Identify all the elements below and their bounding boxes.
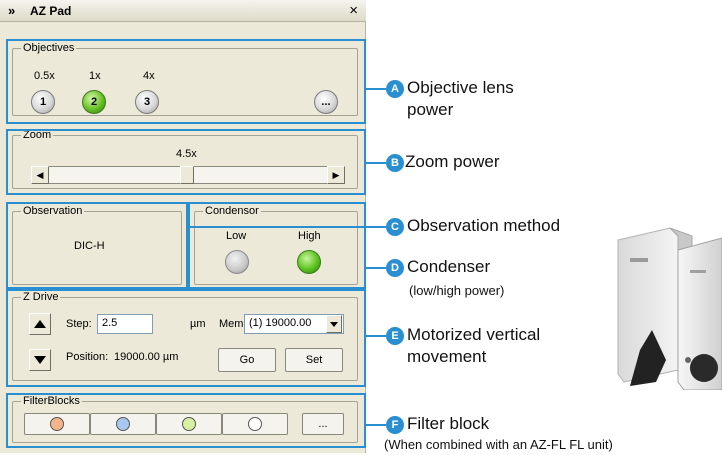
arrow-down-icon (34, 356, 46, 364)
window-title: AZ Pad (30, 4, 72, 18)
callout-a-line1: Objective lens (407, 78, 514, 97)
filterblocks-legend: FilterBlocks (21, 394, 82, 408)
z-down-button[interactable] (29, 349, 51, 371)
callout-e-line2: movement (407, 347, 487, 366)
step-unit: µm (190, 318, 206, 330)
z-drive-legend: Z Drive (21, 290, 61, 304)
go-button[interactable]: Go (218, 348, 276, 372)
title-bar: » AZ Pad × (0, 0, 366, 22)
objective-button-2[interactable]: 2 (82, 90, 106, 114)
filter-color-3 (182, 417, 196, 431)
set-button[interactable]: Set (285, 348, 343, 372)
condensor-group: Condensor (194, 204, 358, 285)
callout-c-line1: Observation method (407, 216, 561, 235)
callout-f-line1: Filter block (407, 414, 490, 433)
mem-dropdown-button[interactable] (326, 315, 342, 333)
condensor-high-indicator[interactable] (297, 250, 321, 274)
callout-d-line1: Condenser (407, 257, 491, 276)
step-label: Step: (66, 318, 92, 330)
callout-e-line1: Motorized vertical (407, 325, 541, 344)
zoom-legend: Zoom (21, 128, 54, 142)
position-value: 19000.00 µm (114, 351, 179, 363)
connector-e (366, 335, 386, 337)
filter-block-button-3[interactable] (156, 413, 222, 435)
condensor-low-label: Low (226, 230, 247, 242)
callout-f-line2: (When combined with an AZ-FL FL unit) (384, 437, 613, 452)
objective-button-1[interactable]: 1 (31, 90, 55, 114)
filter-block-button-2[interactable] (90, 413, 156, 435)
callout-badge-d: D (386, 259, 404, 277)
callout-b-line1: Zoom power (405, 152, 500, 171)
objective-mag-1: 1x (89, 70, 101, 82)
filter-color-1 (50, 417, 64, 431)
connector-c (188, 226, 386, 228)
callout-a-line2: power (407, 100, 454, 119)
connector-a (366, 88, 386, 90)
callout-d-line2: (low/high power) (409, 283, 505, 298)
condensor-low-indicator[interactable] (225, 250, 249, 274)
chevron-down-icon (330, 321, 338, 327)
objective-mag-2: 4x (143, 70, 155, 82)
zoom-slider-thumb[interactable] (180, 166, 194, 184)
zoom-right-arrow-icon[interactable]: ▶ (327, 166, 345, 184)
observation-legend: Observation (21, 204, 85, 218)
objectives-group: Objectives (12, 41, 358, 116)
condensor-high-label: High (298, 230, 321, 242)
callout-badge-b: B (386, 154, 404, 172)
objectives-legend: Objectives (21, 41, 77, 55)
callout-badge-f: F (386, 416, 404, 434)
position-label: Position: (66, 351, 109, 363)
filter-block-button-4[interactable] (222, 413, 288, 435)
double-chevron-right-icon[interactable]: » (8, 3, 15, 18)
objective-more-button[interactable]: ... (314, 90, 338, 114)
connector-f (366, 424, 386, 426)
objective-mag-0: 0.5x (34, 70, 55, 82)
condensor-legend: Condensor (203, 204, 261, 218)
filter-block-button-1[interactable] (24, 413, 90, 435)
objective-button-3[interactable]: 3 (135, 90, 159, 114)
close-icon[interactable]: × (349, 2, 358, 19)
step-input[interactable]: 2.5 (97, 314, 153, 334)
arrow-up-icon (34, 320, 46, 328)
filter-more-button[interactable]: ... (302, 413, 344, 435)
controller-unit-image (617, 227, 722, 390)
callout-badge-c: C (386, 218, 404, 236)
callout-badge-a: A (386, 80, 404, 98)
connector-b (366, 162, 386, 164)
mem-label: Mem: (219, 318, 247, 330)
callout-badge-e: E (386, 327, 404, 345)
z-up-button[interactable] (29, 313, 51, 335)
filter-color-4 (248, 417, 262, 431)
zoom-left-arrow-icon[interactable]: ◀ (31, 166, 49, 184)
connector-d (366, 267, 386, 269)
filter-color-2 (116, 417, 130, 431)
zoom-value: 4.5x (176, 148, 197, 160)
observation-value: DIC-H (74, 240, 105, 252)
